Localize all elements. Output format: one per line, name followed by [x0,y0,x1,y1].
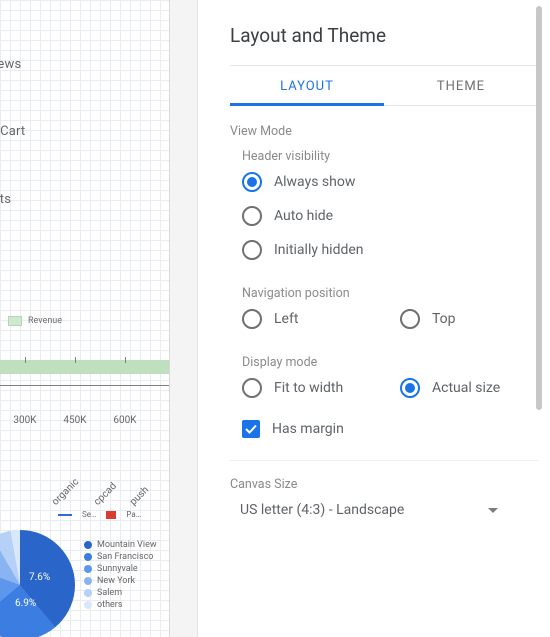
radio-nav-top[interactable]: Top [400,309,538,329]
radio-fit-to-width[interactable]: Fit to width [242,378,380,398]
panel-title: Layout and Theme [230,24,538,47]
series-legend: Se… Pa… [58,510,141,519]
legend-item: Mountain View [97,540,157,550]
radio-label: Auto hide [274,208,333,224]
pie-chart: 7.6% 6.9% [0,530,75,637]
radio-always-show[interactable]: Always show [242,172,538,192]
section-divider [230,460,538,461]
radio-icon [400,309,420,329]
radio-nav-left[interactable]: Left [242,309,380,329]
select-value: US letter (4:3) - Landscape [240,502,404,518]
pie-graphic: 7.6% 6.9% [0,530,75,637]
category-label: cpcad [92,481,119,508]
section-canvas-size-label: Canvas Size [230,477,538,492]
radio-label: Actual size [432,380,500,396]
axis-tick-mark [25,357,26,363]
axis-tick-mark [125,357,126,363]
category-label: organic [50,476,81,507]
radio-label: Top [432,311,456,327]
section-view-mode-label: View Mode [230,124,538,139]
radio-label: Always show [274,174,355,190]
metric-value: 4K [0,137,130,183]
checkbox-icon [242,420,260,438]
legend-item: Salem [97,588,122,598]
checkbox-has-margin[interactable]: Has margin [242,420,538,438]
radio-initially-hidden[interactable]: Initially hidden [242,240,538,260]
legend-dot-icon [84,553,92,561]
legend-item: New York [97,576,135,586]
legend-dot-icon [84,565,92,573]
radio-label: Left [274,311,298,327]
metric-value: 9K [0,70,130,116]
radio-auto-hide[interactable]: Auto hide [242,206,538,226]
bar-chart: 300K 450K 600K [0,360,170,374]
legend-dot-icon [84,601,92,609]
box-swatch-icon [106,511,116,519]
pie-slice-percent: 7.6% [29,572,50,583]
layout-theme-panel: Layout and Theme LAYOUT THEME View Mode … [198,0,542,637]
legend-swatch-icon [8,316,22,326]
series-label: Se… [82,510,96,519]
checkbox-label: Has margin [272,421,344,437]
pie-legend: Mountain View San Francisco Sunnyvale Ne… [84,540,157,612]
pie-slice-percent: 6.9% [15,598,36,609]
metric-cards: ns 2K t Detail Views 9K t Adds To Cart 4… [0,0,130,259]
radio-actual-size[interactable]: Actual size [400,378,538,398]
legend-item: others [97,600,123,610]
legend-dot-icon [84,541,92,549]
category-label: push [128,485,151,508]
radio-icon [242,240,262,260]
panel-tabs: LAYOUT THEME [230,65,538,106]
metric-value: 2K [0,3,130,49]
legend-dot-icon [84,577,92,585]
tab-layout[interactable]: LAYOUT [230,66,384,105]
chevron-down-icon [488,508,498,513]
navigation-position-group: Left Top [242,309,538,329]
axis-tick-label: 450K [63,415,86,426]
display-mode-label: Display mode [242,355,538,370]
axis-tick-label: 300K [13,415,36,426]
radio-icon [242,309,262,329]
radio-icon [242,206,262,226]
navigation-position-label: Navigation position [242,286,538,301]
report-canvas-preview: ns 2K t Detail Views 9K t Adds To Cart 4… [0,0,170,637]
legend-item: San Francisco [97,552,153,562]
axis-line [0,385,170,386]
axis-tick-mark [75,357,76,363]
header-visibility-label: Header visibility [242,149,538,164]
metric-value: 5K [0,205,130,251]
line-swatch-icon [58,514,72,516]
radio-label: Fit to width [274,380,343,396]
radio-icon [242,172,262,192]
display-mode-group: Fit to width Actual size [242,378,538,398]
header-visibility-group: Always show Auto hide Initially hidden [242,172,538,260]
legend-dot-icon [84,589,92,597]
bar-chart-legend: Revenue [8,316,62,326]
radio-icon [242,378,262,398]
radio-label: Initially hidden [274,242,364,258]
canvas-size-select[interactable]: US letter (4:3) - Landscape [240,502,538,518]
tab-theme[interactable]: THEME [384,66,538,105]
axis-tick-label: 600K [113,415,136,426]
legend-label: Revenue [28,316,62,326]
legend-item: Sunnyvale [97,564,138,574]
radio-icon [400,378,420,398]
canvas-gutter [170,0,198,637]
series-label: Pa… [126,510,141,519]
